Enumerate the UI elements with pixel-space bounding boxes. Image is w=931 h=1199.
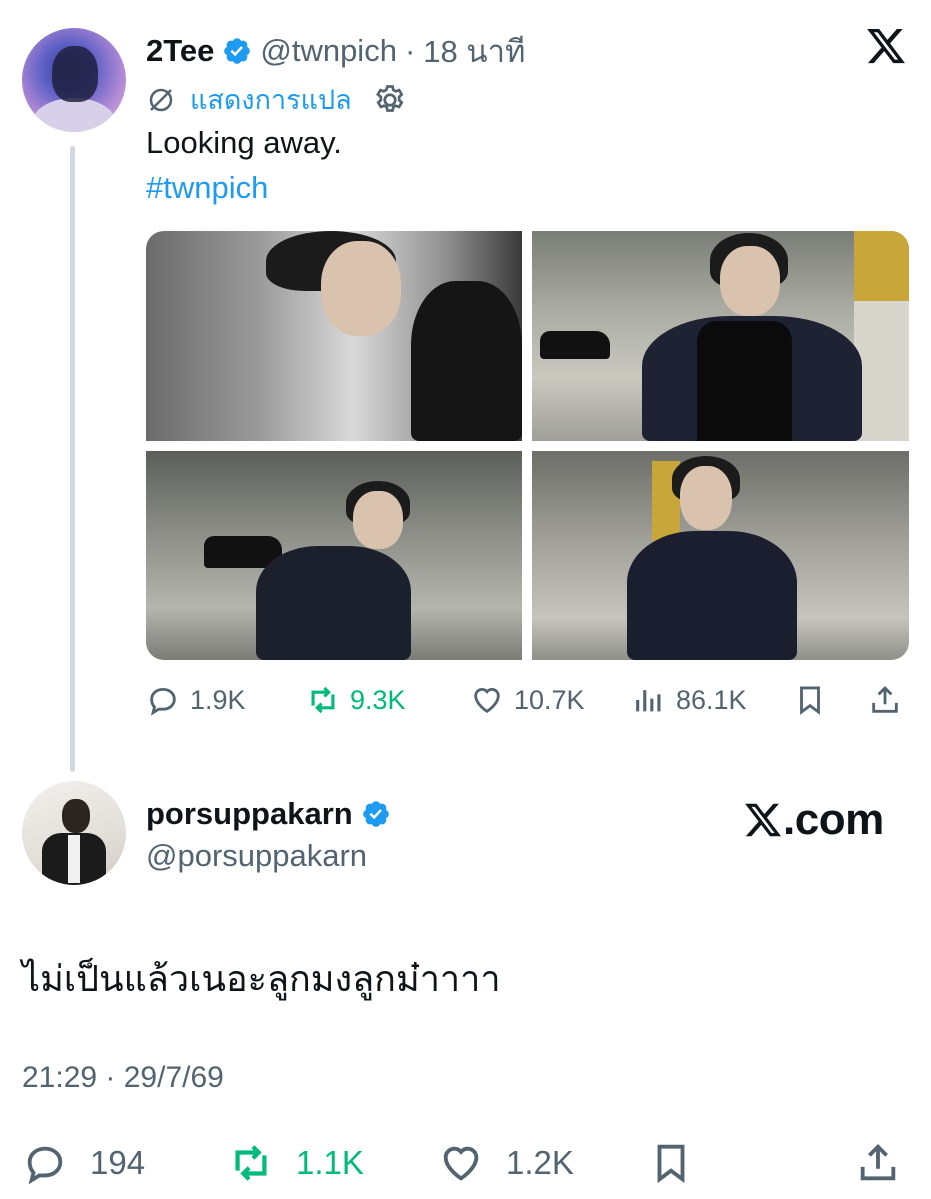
reply-author-name[interactable]: porsuppakarn bbox=[146, 796, 353, 832]
retweet-icon bbox=[235, 1145, 267, 1181]
reply-button[interactable]: 1.9K bbox=[146, 683, 246, 717]
media-grid bbox=[146, 231, 909, 660]
share-button[interactable] bbox=[868, 683, 902, 717]
bookmark-button[interactable] bbox=[793, 683, 827, 717]
like-count: 10.7K bbox=[514, 684, 585, 715]
tweet-header: 2Tee @twnpich · 18 นาที bbox=[146, 26, 525, 76]
author-name[interactable]: 2Tee bbox=[146, 33, 214, 69]
dot-separator: · bbox=[404, 33, 416, 68]
views-button[interactable]: 86.1K bbox=[632, 683, 747, 717]
bookmark-icon bbox=[657, 1144, 685, 1184]
photo-2[interactable] bbox=[532, 231, 909, 441]
avatar-2tee[interactable] bbox=[22, 28, 126, 132]
reply-header: porsuppakarn bbox=[146, 796, 391, 832]
reply-bookmark-button[interactable] bbox=[648, 1140, 694, 1186]
reply-icon bbox=[27, 1146, 63, 1185]
reply-text: ไม่เป็นแล้วเนอะลูกมงลูกม๋าาาา bbox=[22, 958, 501, 999]
retweet-icon bbox=[311, 686, 335, 714]
translate-row: แสดงการแปล bbox=[146, 78, 408, 121]
bookmark-icon bbox=[800, 686, 820, 715]
share-icon bbox=[860, 1143, 896, 1181]
like-button[interactable]: 10.7K bbox=[470, 683, 585, 717]
retweet-count: 9.3K bbox=[350, 684, 406, 715]
x-logo-icon bbox=[745, 803, 782, 837]
x-logo-icon[interactable] bbox=[865, 25, 907, 67]
avatar-porsuppakarn[interactable] bbox=[22, 781, 126, 885]
xcom-label: .com bbox=[783, 795, 884, 844]
hashtag-link[interactable]: #twnpich bbox=[146, 170, 268, 206]
share-icon bbox=[872, 685, 898, 713]
reply-author-handle[interactable]: @porsuppakarn bbox=[146, 838, 367, 874]
views-icon bbox=[636, 690, 661, 712]
verified-icon bbox=[362, 801, 389, 827]
reply-reply-button[interactable]: 194 bbox=[22, 1140, 145, 1186]
photo-4[interactable] bbox=[532, 451, 909, 660]
translate-link[interactable]: แสดงการแปล bbox=[190, 78, 352, 121]
reply-icon bbox=[150, 687, 176, 716]
reply-like-button[interactable]: 1.2K bbox=[438, 1140, 574, 1186]
author-handle[interactable]: @twnpich bbox=[260, 33, 397, 69]
tweet-text: Looking away. bbox=[146, 125, 342, 160]
reply-retweet-count: 1.1K bbox=[296, 1144, 364, 1181]
photo-3[interactable] bbox=[146, 451, 522, 660]
tweet-time[interactable]: 18 นาที bbox=[423, 26, 525, 76]
translate-icon bbox=[149, 88, 173, 111]
like-icon bbox=[474, 688, 500, 714]
retweet-button[interactable]: 9.3K bbox=[306, 683, 406, 717]
thread-line bbox=[70, 146, 75, 772]
views-count: 86.1K bbox=[676, 684, 747, 715]
reply-retweet-button[interactable]: 1.1K bbox=[228, 1140, 364, 1186]
reply-timestamp[interactable]: 21:29 · 29/7/69 bbox=[22, 1061, 224, 1095]
like-icon bbox=[443, 1146, 479, 1181]
verified-icon bbox=[224, 38, 251, 64]
reply-share-button[interactable] bbox=[855, 1140, 901, 1186]
reply-count: 1.9K bbox=[190, 684, 246, 715]
photo-1[interactable] bbox=[146, 231, 522, 441]
reply-like-count: 1.2K bbox=[506, 1144, 574, 1181]
gear-icon[interactable] bbox=[372, 82, 408, 118]
xcom-branding: .com bbox=[743, 795, 884, 845]
reply-reply-count: 194 bbox=[90, 1144, 146, 1181]
